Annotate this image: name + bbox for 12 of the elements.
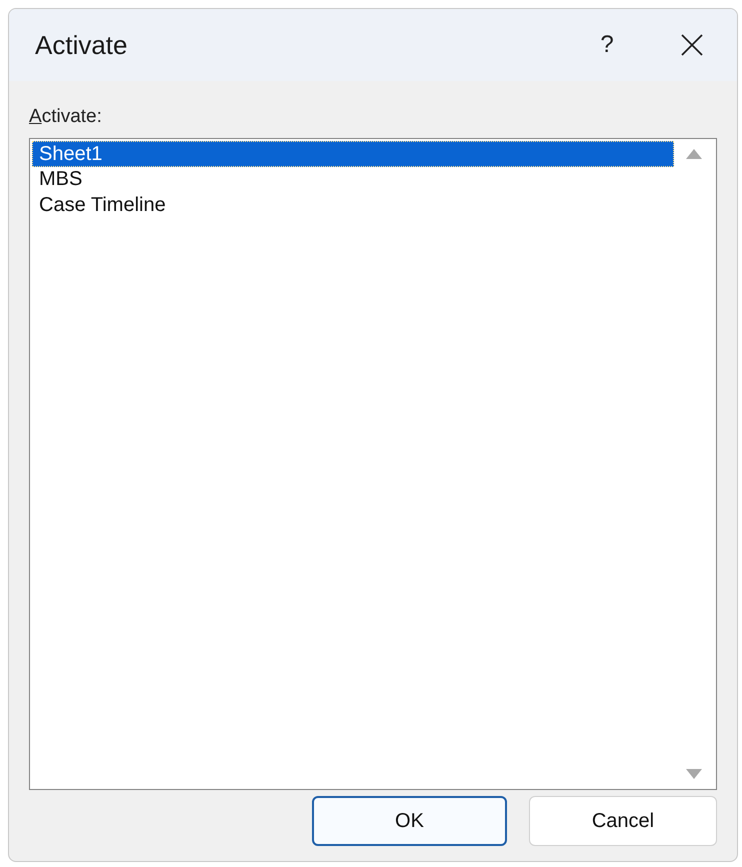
dialog-button[interactable]: Cancel bbox=[529, 796, 717, 846]
scroll-down-icon[interactable] bbox=[686, 768, 702, 778]
window-title: Activate bbox=[35, 28, 128, 62]
sheet-item[interactable]: Sheet1 bbox=[32, 140, 674, 166]
sheet-item[interactable]: Case Timeline bbox=[32, 192, 674, 218]
scroll-up-icon[interactable] bbox=[686, 148, 702, 158]
dialog-button[interactable]: OK bbox=[312, 796, 507, 846]
help-button[interactable]: ? bbox=[577, 25, 637, 65]
close-icon bbox=[680, 33, 704, 57]
list-label: Activate: bbox=[29, 105, 103, 129]
sheet-item[interactable]: MBS bbox=[32, 166, 674, 192]
sheet-list[interactable]: Sheet1 MBS Case Timeline bbox=[29, 138, 717, 790]
